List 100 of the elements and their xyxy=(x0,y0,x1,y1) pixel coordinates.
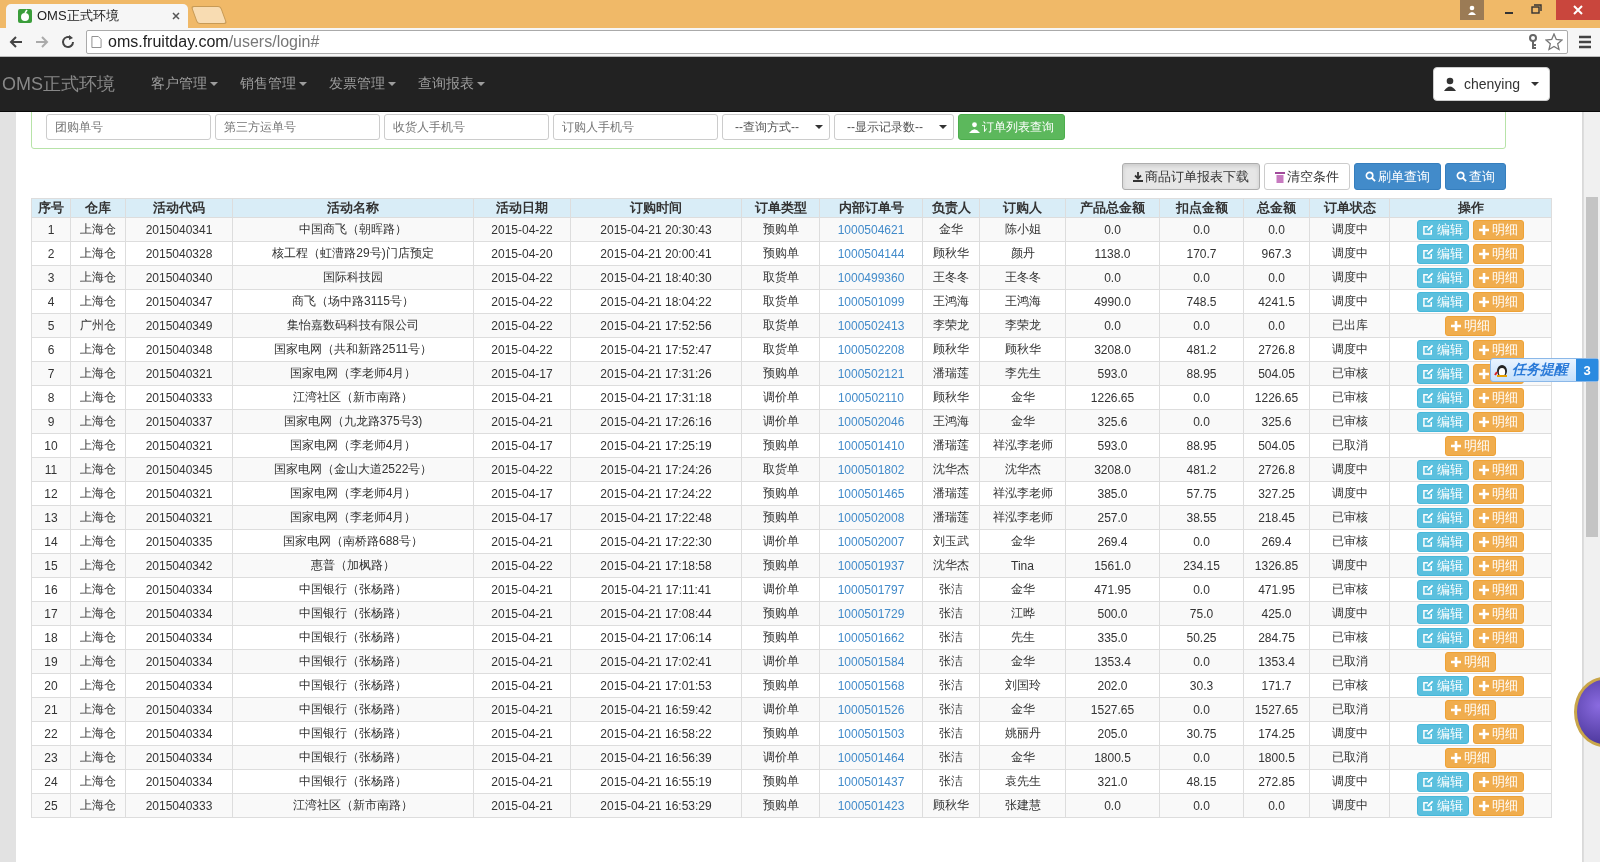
menu-item[interactable]: 发票管理 xyxy=(319,75,408,93)
column-header[interactable]: 产品总金额 xyxy=(1065,198,1160,218)
address-field[interactable]: oms.fruitday.com/users/login# xyxy=(86,30,1568,54)
detail-button[interactable]: 明细 xyxy=(1473,723,1524,744)
column-header[interactable]: 活动代码 xyxy=(125,198,233,218)
table-cell: 14 xyxy=(31,529,71,554)
detail-button[interactable]: 明细 xyxy=(1473,579,1524,600)
detail-button[interactable]: 明细 xyxy=(1473,795,1524,816)
column-header[interactable]: 仓库 xyxy=(70,198,126,218)
table-cell: 2015040334 xyxy=(125,577,233,602)
edit-button[interactable]: 编辑 xyxy=(1417,363,1469,384)
scrollbar-thumb[interactable] xyxy=(1586,197,1598,537)
search-field[interactable]: 团购单号 xyxy=(46,114,211,140)
column-header[interactable]: 订单类型 xyxy=(741,198,820,218)
star-icon[interactable] xyxy=(1545,33,1563,51)
column-header[interactable]: 活动日期 xyxy=(473,198,571,218)
detail-button[interactable]: 明细 xyxy=(1473,627,1524,648)
edit-button[interactable]: 编辑 xyxy=(1417,507,1469,528)
detail-button[interactable]: 明细 xyxy=(1445,699,1496,720)
trash-icon xyxy=(1275,170,1285,183)
table-cell: 上海仓 xyxy=(70,529,126,554)
search-button[interactable]: 查询 xyxy=(1445,163,1506,190)
back-icon[interactable] xyxy=(8,34,24,50)
column-header[interactable]: 订单状态 xyxy=(1309,198,1390,218)
clear-button[interactable]: 清空条件 xyxy=(1264,163,1350,190)
profile-button[interactable] xyxy=(1460,0,1484,20)
edit-button[interactable]: 编辑 xyxy=(1417,243,1469,264)
key-icon[interactable] xyxy=(1527,34,1539,50)
edit-button[interactable]: 编辑 xyxy=(1417,723,1469,744)
edit-icon xyxy=(1423,680,1434,691)
table-cell: 2015040334 xyxy=(125,697,233,722)
detail-button[interactable]: 明细 xyxy=(1473,387,1524,408)
table-cell: 国家电网（李老师4月） xyxy=(232,361,474,386)
detail-button[interactable]: 明细 xyxy=(1473,267,1524,288)
close-icon[interactable] xyxy=(1556,0,1600,20)
detail-button[interactable]: 明细 xyxy=(1473,675,1524,696)
edit-button[interactable]: 编辑 xyxy=(1417,219,1469,240)
edit-button[interactable]: 编辑 xyxy=(1417,459,1469,480)
edit-button[interactable]: 编辑 xyxy=(1417,267,1469,288)
edit-button[interactable]: 编辑 xyxy=(1417,339,1469,360)
order-list-search-button[interactable]: 订单列表查询 xyxy=(958,114,1065,140)
edit-button[interactable]: 编辑 xyxy=(1417,483,1469,504)
select-dropdown[interactable]: --查询方式-- xyxy=(722,114,830,140)
close-icon[interactable] xyxy=(172,12,180,20)
brand-title[interactable]: OMS正式环境 xyxy=(0,72,141,96)
column-header[interactable]: 负责人 xyxy=(922,198,980,218)
search-button[interactable]: 刷单查询 xyxy=(1354,163,1441,190)
detail-button[interactable]: 明细 xyxy=(1445,315,1496,336)
detail-button[interactable]: 明细 xyxy=(1473,243,1524,264)
detail-button[interactable]: 明细 xyxy=(1445,435,1496,456)
detail-button[interactable]: 明细 xyxy=(1473,531,1524,552)
table-cell: 金华 xyxy=(979,745,1066,770)
menu-item[interactable]: 销售管理 xyxy=(230,75,319,93)
detail-button[interactable]: 明细 xyxy=(1473,459,1524,480)
edit-button[interactable]: 编辑 xyxy=(1417,387,1469,408)
search-field[interactable]: 第三方运单号 xyxy=(215,114,380,140)
table-cell: 1 xyxy=(31,217,71,242)
browser-tab[interactable]: OMS正式环境 xyxy=(6,4,188,28)
detail-button[interactable]: 明细 xyxy=(1473,507,1524,528)
edit-button[interactable]: 编辑 xyxy=(1417,411,1469,432)
column-header[interactable]: 序号 xyxy=(31,198,71,218)
edit-button[interactable]: 编辑 xyxy=(1417,531,1469,552)
download-button[interactable]: 商品订单报表下载 xyxy=(1122,163,1260,190)
edit-button[interactable]: 编辑 xyxy=(1417,579,1469,600)
column-header[interactable]: 活动名称 xyxy=(232,198,474,218)
search-field[interactable]: 收货人手机号 xyxy=(384,114,549,140)
detail-button[interactable]: 明细 xyxy=(1445,747,1496,768)
plus-icon xyxy=(1451,704,1461,715)
column-header[interactable]: 订购人 xyxy=(979,198,1066,218)
column-header[interactable]: 内部订单号 xyxy=(819,198,923,218)
select-dropdown[interactable]: --显示记录数-- xyxy=(834,114,954,140)
table-cell: 2015-04-21 xyxy=(473,529,571,554)
edit-button[interactable]: 编辑 xyxy=(1417,771,1469,792)
task-reminder-toast[interactable]: 任务提醒 3 xyxy=(1490,358,1599,382)
search-field[interactable]: 订购人手机号 xyxy=(553,114,718,140)
edit-button[interactable]: 编辑 xyxy=(1417,795,1469,816)
menu-item[interactable]: 查询报表 xyxy=(408,75,497,93)
detail-button[interactable]: 明细 xyxy=(1473,555,1524,576)
detail-button[interactable]: 明细 xyxy=(1473,771,1524,792)
menu-item[interactable]: 客户管理 xyxy=(141,75,230,93)
column-header[interactable]: 订购时间 xyxy=(570,198,742,218)
edit-button[interactable]: 编辑 xyxy=(1417,603,1469,624)
user-menu-button[interactable]: chenying xyxy=(1432,67,1550,101)
edit-button[interactable]: 编辑 xyxy=(1417,627,1469,648)
column-header[interactable]: 总金额 xyxy=(1243,198,1310,218)
column-header[interactable]: 操作 xyxy=(1389,198,1552,218)
edit-button[interactable]: 编辑 xyxy=(1417,291,1469,312)
menu-icon[interactable] xyxy=(1578,35,1592,49)
detail-button[interactable]: 明细 xyxy=(1473,483,1524,504)
reload-icon[interactable] xyxy=(60,34,76,50)
detail-button[interactable]: 明细 xyxy=(1445,651,1496,672)
column-header[interactable]: 扣点金额 xyxy=(1159,198,1244,218)
detail-button[interactable]: 明细 xyxy=(1473,219,1524,240)
table-cell: 11 xyxy=(31,457,71,482)
detail-button[interactable]: 明细 xyxy=(1473,603,1524,624)
detail-button[interactable]: 明细 xyxy=(1473,291,1524,312)
edit-button[interactable]: 编辑 xyxy=(1417,555,1469,576)
detail-button[interactable]: 明细 xyxy=(1473,411,1524,432)
edit-button[interactable]: 编辑 xyxy=(1417,675,1469,696)
detail-button[interactable]: 明细 xyxy=(1473,339,1524,360)
